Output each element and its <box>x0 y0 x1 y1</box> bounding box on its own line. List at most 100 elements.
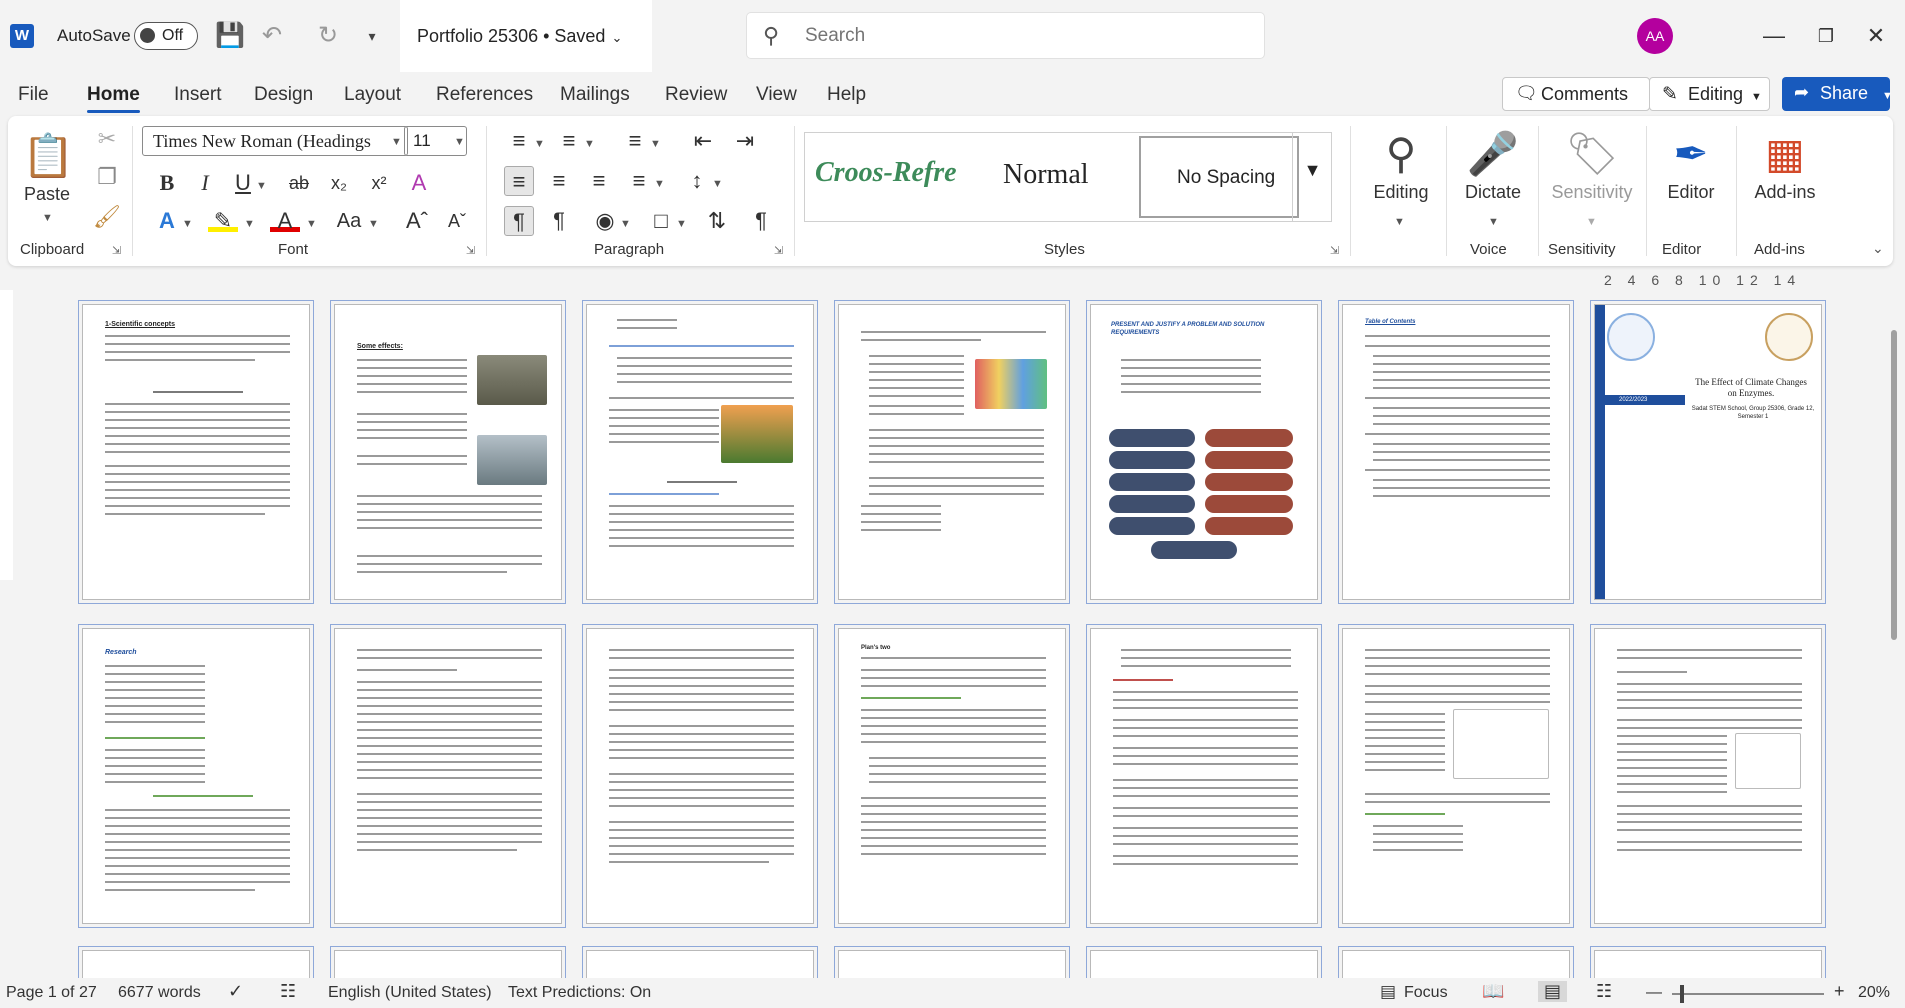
page-thumbnail[interactable] <box>1086 624 1322 928</box>
scrollbar-thumb[interactable] <box>1891 330 1897 640</box>
page-thumbnail[interactable]: Some effects: <box>330 300 566 604</box>
search-box[interactable]: ⚲ <box>746 12 1265 59</box>
page-thumbnail[interactable] <box>834 300 1070 604</box>
tab-review[interactable]: Review <box>665 84 727 106</box>
zoom-in-icon[interactable]: + <box>1834 981 1845 1002</box>
read-mode-icon[interactable]: 📖 <box>1482 981 1504 1002</box>
zoom-slider-thumb[interactable] <box>1680 985 1684 1003</box>
rtl-icon[interactable]: ¶ <box>544 206 574 236</box>
share-button[interactable]: ➦ Share ▼ <box>1782 77 1893 111</box>
chevron-down-icon[interactable]: ▼ <box>1488 216 1499 228</box>
page-thumbnail[interactable] <box>582 300 818 604</box>
page-thumbnail[interactable]: Table of Contents <box>1338 300 1574 604</box>
dialog-launcher-icon[interactable]: ⇲ <box>774 244 783 257</box>
addins-button[interactable]: ▦ Add-ins <box>1742 126 1828 203</box>
style-normal[interactable]: Normal <box>965 133 1135 221</box>
shrink-font-icon[interactable]: Aˇ <box>442 206 472 236</box>
bullets-icon[interactable]: ≡ <box>504 126 534 156</box>
focus-icon[interactable]: ▤ <box>1380 982 1396 1002</box>
undo-icon[interactable]: ↶ <box>256 20 288 52</box>
save-icon[interactable]: 💾 <box>214 20 246 52</box>
tab-insert[interactable]: Insert <box>174 84 222 106</box>
grow-font-icon[interactable]: Aˆ <box>402 206 432 236</box>
page-count[interactable]: Page 1 of 27 <box>6 984 97 1002</box>
tab-references[interactable]: References <box>436 84 533 106</box>
page-thumbnail[interactable]: Plan's two <box>834 624 1070 928</box>
redo-icon[interactable]: ↻ <box>312 20 344 52</box>
paste-button[interactable]: 📋 Paste <box>22 128 74 205</box>
vertical-scrollbar[interactable] <box>1888 290 1898 970</box>
chevron-down-icon[interactable]: ▼ <box>306 218 317 230</box>
highlight-icon[interactable]: ✎ <box>208 206 238 233</box>
decrease-indent-icon[interactable]: ⇤ <box>688 126 718 156</box>
editor-button[interactable]: ✒ Editor <box>1652 126 1730 203</box>
editing-button[interactable]: ⚲ Editing <box>1360 126 1442 203</box>
superscript-icon[interactable]: x² <box>364 168 394 198</box>
bold-icon[interactable]: B <box>152 168 182 198</box>
tab-file[interactable]: File <box>18 84 49 106</box>
minimize-icon[interactable]: — <box>1756 20 1792 52</box>
show-marks-icon[interactable]: ¶ <box>746 206 776 236</box>
chevron-down-icon[interactable]: ▼ <box>244 218 255 230</box>
page-thumbnail[interactable] <box>1338 624 1574 928</box>
borders-icon[interactable]: □ <box>646 206 676 236</box>
dialog-launcher-icon[interactable]: ⇲ <box>1330 244 1339 257</box>
italic-icon[interactable]: I <box>190 168 220 198</box>
chevron-down-icon[interactable]: ▼ <box>654 178 665 190</box>
align-center-icon[interactable]: ≡ <box>544 166 574 196</box>
tab-help[interactable]: Help <box>827 84 866 106</box>
tab-layout[interactable]: Layout <box>344 84 401 106</box>
align-left-icon[interactable]: ≡ <box>504 166 534 196</box>
chevron-down-icon[interactable]: ▼ <box>620 218 631 230</box>
chevron-down-icon[interactable]: ▼ <box>676 218 687 230</box>
chevron-down-icon[interactable]: ▼ <box>584 138 595 150</box>
collapse-ribbon-icon[interactable]: ⌄ <box>1872 240 1884 257</box>
chevron-down-icon[interactable]: ▼ <box>1394 216 1405 228</box>
sort-icon[interactable]: ⇅ <box>702 206 732 236</box>
chevron-down-icon[interactable]: ▼ <box>534 138 545 150</box>
customize-qat-icon[interactable]: ▾ <box>356 20 388 52</box>
page-thumbnail[interactable] <box>330 624 566 928</box>
dictate-button[interactable]: 🎤 Dictate <box>1452 126 1534 203</box>
style-no-spacing[interactable]: No Spacing <box>1139 136 1299 218</box>
format-painter-icon[interactable]: 🖌 <box>92 202 122 232</box>
justify-icon[interactable]: ≡ <box>624 166 654 196</box>
page-thumbnail[interactable]: 2022/2023 The Effect of Climate Changes … <box>1590 300 1826 604</box>
chevron-down-icon[interactable]: ▼ <box>1586 216 1597 228</box>
focus-label[interactable]: Focus <box>1404 984 1448 1002</box>
dialog-launcher-icon[interactable]: ⇲ <box>466 244 475 257</box>
chevron-down-icon[interactable]: ▼ <box>712 178 723 190</box>
avatar[interactable]: AA <box>1637 18 1673 54</box>
search-input[interactable] <box>805 22 1245 50</box>
tab-design[interactable]: Design <box>254 84 313 106</box>
font-name-box[interactable]: Times New Roman (Headings <box>142 126 408 156</box>
sensitivity-button[interactable]: 🏷 Sensitivity <box>1544 126 1640 203</box>
numbering-icon[interactable]: ≡ <box>554 126 584 156</box>
proofing-icon[interactable]: ✓ <box>228 981 243 1002</box>
print-layout-icon[interactable]: ▤ <box>1538 981 1568 1002</box>
comments-button[interactable]: 🗨 Comments <box>1502 77 1650 111</box>
text-predictions-status[interactable]: Text Predictions: On <box>508 984 651 1002</box>
align-right-icon[interactable]: ≡ <box>584 166 614 196</box>
language-status[interactable]: English (United States) <box>328 984 492 1002</box>
editing-mode-button[interactable]: ✎ Editing ▼ <box>1649 77 1770 111</box>
line-spacing-icon[interactable]: ↕ <box>682 166 712 196</box>
zoom-slider[interactable] <box>1672 993 1824 995</box>
cut-icon[interactable]: ✂ <box>92 124 122 154</box>
zoom-level[interactable]: 20% <box>1858 984 1890 1002</box>
web-layout-icon[interactable]: ☷ <box>1596 981 1612 1002</box>
tab-view[interactable]: View <box>756 84 797 106</box>
tab-home[interactable]: Home <box>87 84 140 113</box>
restore-icon[interactable]: ❐ <box>1808 20 1844 52</box>
chevron-down-icon[interactable]: ▼ <box>391 136 402 148</box>
underline-icon[interactable]: U <box>228 168 258 198</box>
page-thumbnail[interactable] <box>582 624 818 928</box>
chevron-down-icon[interactable]: ▼ <box>650 138 661 150</box>
close-icon[interactable]: ✕ <box>1858 20 1894 52</box>
font-color-icon[interactable]: A <box>270 206 300 233</box>
page-thumbnail[interactable]: PRESENT AND JUSTIFY A PROBLEM AND SOLUTI… <box>1086 300 1322 604</box>
copy-icon[interactable]: ❐ <box>92 162 122 192</box>
page-thumbnail[interactable] <box>1590 624 1826 928</box>
ltr-icon[interactable]: ¶ <box>504 206 534 236</box>
change-case-icon[interactable]: Aa <box>334 206 364 236</box>
